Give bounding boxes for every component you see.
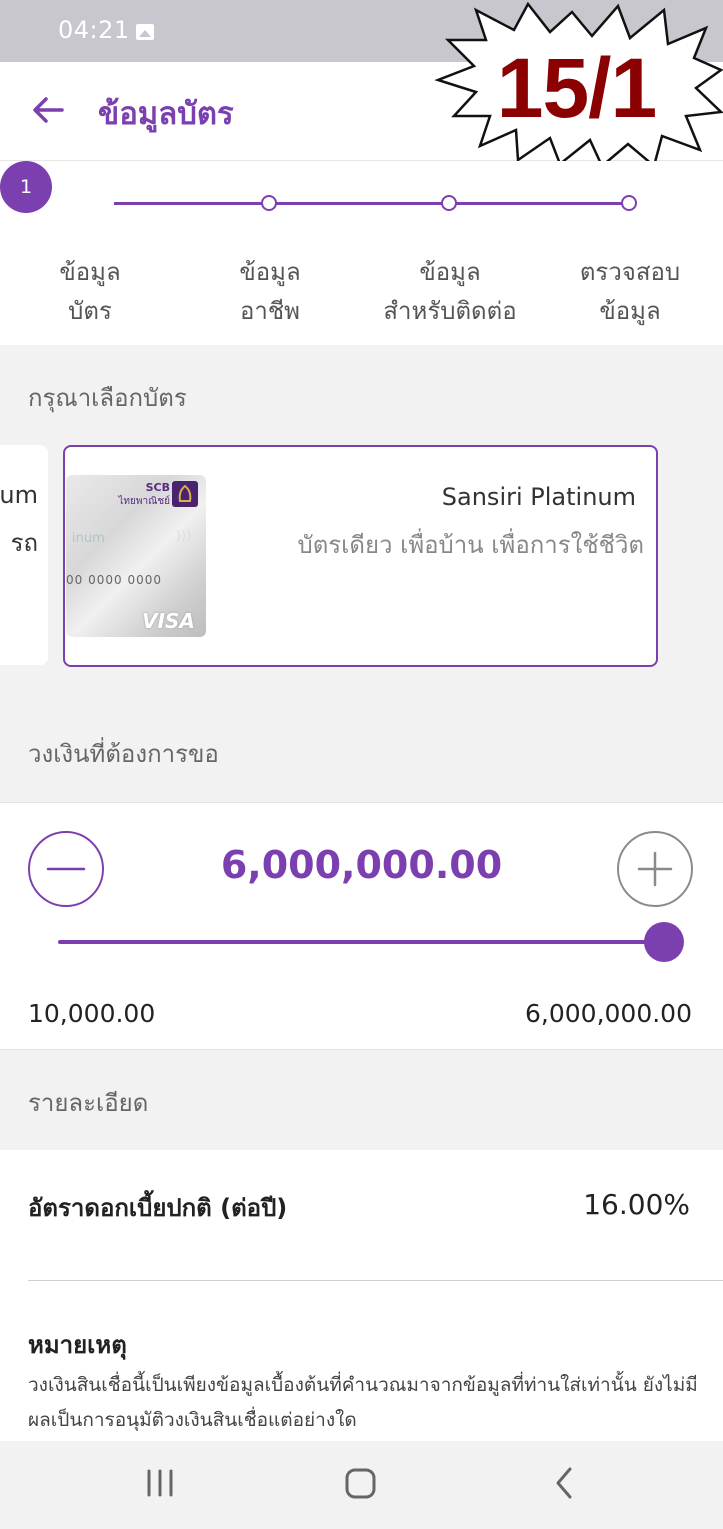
amount-section-label: วงเงินที่ต้องการขอ bbox=[28, 740, 219, 768]
card-title: Sansiri Platinum bbox=[441, 483, 636, 511]
step-label-line: สำหรับติดต่อ bbox=[383, 297, 517, 325]
back-button[interactable] bbox=[26, 90, 72, 130]
system-navigation-bar bbox=[0, 1441, 723, 1525]
amount-slider-thumb[interactable] bbox=[644, 922, 684, 962]
step-node-2 bbox=[261, 195, 277, 211]
note-text: วงเงินสินเชื่อนี้เป็นเพียงข้อมูลเบื้องต้… bbox=[28, 1374, 698, 1431]
progress-stepper: 1 ข้อมูล บัตร ข้อมูล อาชีพ ข้อมูล สำหรับ… bbox=[0, 161, 723, 345]
recent-apps-icon bbox=[147, 1469, 173, 1497]
card-subtitle: บัตรเดียว เพื่อบ้าน เพื่อการใช้ชีวิต bbox=[297, 531, 644, 559]
badge-text: 15/1 bbox=[496, 41, 658, 135]
details-section-label: รายละเอียด bbox=[28, 1089, 149, 1117]
step-current-indicator: 1 bbox=[0, 161, 52, 213]
slider-max-value: 6,000,000.00 bbox=[525, 999, 692, 1028]
card-brand: SCB bbox=[145, 481, 170, 494]
page-title: ข้อมูลบัตร bbox=[98, 96, 234, 132]
interest-rate-value: 16.00% bbox=[583, 1188, 690, 1221]
credit-card-image: SCB ไทยพาณิชย์ inum ))) 00 0000 0000 VIS… bbox=[66, 475, 206, 637]
contactless-icon: ))) bbox=[176, 529, 192, 544]
step-label-line: อาชีพ bbox=[240, 297, 300, 325]
home-button[interactable] bbox=[301, 1441, 421, 1525]
increase-amount-button[interactable] bbox=[617, 831, 693, 907]
amount-slider-track[interactable] bbox=[58, 940, 664, 944]
slider-min-value: 10,000.00 bbox=[28, 999, 156, 1028]
scb-logo-icon bbox=[172, 481, 198, 507]
details-panel: อัตราดอกเบี้ยปกติ (ต่อปี) 16.00% หมายเหต… bbox=[0, 1150, 723, 1441]
card-name-partial: inum bbox=[72, 531, 105, 546]
amount-value: 6,000,000.00 bbox=[220, 843, 503, 887]
step-label-line: ตรวจสอบ bbox=[579, 258, 681, 286]
interest-rate-label: อัตราดอกเบี้ยปกติ (ต่อปี) bbox=[28, 1194, 288, 1222]
card-section-label: กรุณาเลือกบัตร bbox=[28, 384, 187, 412]
step-label-card-info: ข้อมูล บัตร bbox=[0, 253, 180, 331]
system-back-button[interactable] bbox=[503, 1441, 623, 1525]
step-node-3 bbox=[441, 195, 457, 211]
visa-logo: VISA bbox=[142, 609, 195, 633]
step-label-line: ข้อมูล bbox=[599, 297, 661, 325]
divider bbox=[28, 1280, 723, 1281]
card-option-selected[interactable]: SCB ไทยพาณิชย์ inum ))) 00 0000 0000 VIS… bbox=[63, 445, 658, 667]
status-time: 04:21 bbox=[58, 16, 130, 44]
step-label-line: บัตร bbox=[68, 297, 112, 325]
card-bank-name: ไทยพาณิชย์ bbox=[118, 496, 170, 507]
step-label-review: ตรวจสอบ ข้อมูล bbox=[540, 253, 720, 331]
card-prev-subtitle: รถ bbox=[10, 529, 38, 557]
step-label-occupation: ข้อมูล อาชีพ bbox=[180, 253, 360, 331]
step-label-line: ข้อมูล bbox=[239, 258, 301, 286]
step-label-line: ข้อมูล bbox=[419, 258, 481, 286]
back-icon bbox=[556, 1467, 572, 1499]
card-number: 00 0000 0000 bbox=[66, 573, 162, 587]
plus-icon bbox=[637, 851, 673, 887]
stepper-line bbox=[114, 202, 628, 205]
step-label-line: ข้อมูล bbox=[59, 258, 121, 286]
recent-apps-button[interactable] bbox=[100, 1441, 220, 1525]
step-label-contact: ข้อมูล สำหรับติดต่อ bbox=[360, 253, 540, 331]
back-arrow-icon bbox=[33, 97, 64, 123]
card-prev-title: um bbox=[0, 481, 38, 509]
gallery-notification-icon bbox=[136, 24, 154, 40]
amount-panel: 6,000,000.00 10,000.00 6,000,000.00 bbox=[0, 802, 723, 1050]
note-title: หมายเหตุ bbox=[28, 1331, 127, 1359]
card-option-previous[interactable]: um รถ bbox=[0, 445, 48, 665]
home-icon bbox=[345, 1468, 376, 1499]
step-node-4 bbox=[621, 195, 637, 211]
